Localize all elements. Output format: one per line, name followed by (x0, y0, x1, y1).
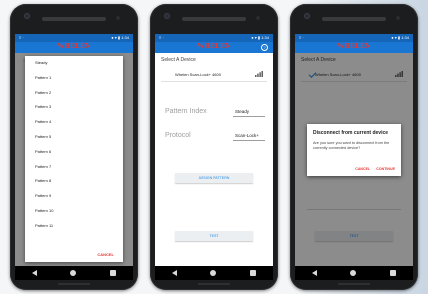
app-logo: WHELEN (337, 42, 371, 50)
back-icon[interactable] (31, 270, 37, 276)
android-nav-bar (15, 266, 133, 280)
pattern-option[interactable]: Steady (25, 56, 123, 71)
status-left: ≡ · (159, 35, 164, 40)
status-bar: ≡ · ● ▾ ▮ 1:34 (155, 34, 273, 42)
status-bar: ≡ · ● ▾ ▮ 1:34 (295, 34, 413, 42)
dialog-actions: CANCEL CONTINUE (355, 167, 395, 171)
home-icon[interactable] (70, 270, 77, 276)
status-left: ≡ · (299, 35, 304, 40)
pattern-option[interactable]: Pattern 11 (25, 219, 123, 234)
pattern-option[interactable]: Pattern 7 (25, 160, 123, 175)
status-right: ● ▾ ▮ 1:34 (251, 35, 269, 40)
back-icon[interactable] (171, 270, 177, 276)
back-icon[interactable] (311, 270, 317, 276)
bottom-speaker (58, 283, 90, 285)
pattern-index-row: Pattern Index Steady (161, 100, 267, 124)
front-camera (304, 13, 310, 19)
pattern-option[interactable]: Pattern 2 (25, 86, 123, 101)
pattern-option[interactable]: Pattern 6 (25, 145, 123, 160)
app-bar: WHELEN (295, 42, 413, 53)
pattern-option[interactable]: Pattern 10 (25, 204, 123, 219)
speaker-grille (182, 17, 246, 21)
sensor (116, 16, 120, 20)
help-icon[interactable]: ? (261, 44, 268, 51)
status-left: ≡ · (19, 35, 24, 40)
screen: ≡ · ● ▾ ▮ 1:34 WHELEN Select A Device Wh… (295, 34, 413, 266)
status-bar: ≡ · ● ▾ ▮ 1:34 (15, 34, 133, 42)
android-nav-bar (295, 266, 413, 280)
app-bar: WHELEN (15, 42, 133, 53)
disconnect-dialog: Disconnect from current device Are you s… (307, 124, 401, 176)
pattern-index-label: Pattern Index (165, 108, 207, 115)
phone-pattern-list: ≡ · ● ▾ ▮ 1:34 WHELEN Select A Device St… (10, 4, 138, 290)
status-right: ● ▾ ▮ 1:34 (111, 35, 129, 40)
field-underline (233, 140, 265, 141)
pattern-option[interactable]: Pattern 4 (25, 115, 123, 130)
speaker-grille (322, 17, 386, 21)
pattern-option[interactable]: Pattern 9 (25, 189, 123, 204)
bottom-speaker (198, 283, 230, 285)
home-icon[interactable] (350, 270, 357, 276)
pattern-option[interactable]: Pattern 5 (25, 130, 123, 145)
recent-apps-icon[interactable] (390, 270, 397, 276)
app-logo: WHELEN (197, 42, 231, 50)
app-logo: WHELEN (57, 42, 91, 50)
app-bar: WHELEN ? (155, 42, 273, 53)
pattern-option[interactable]: Pattern 3 (25, 100, 123, 115)
protocol-value[interactable]: Scan-Lock+ (235, 133, 261, 138)
device-list-item[interactable]: Whelen Scan-Lock+ 4600 (161, 68, 267, 82)
continue-button[interactable]: CONTINUE (376, 167, 395, 171)
pattern-index-value[interactable]: Steady (235, 109, 261, 114)
dialog-title: Disconnect from current device (313, 130, 389, 136)
test-button[interactable]: TEST (175, 231, 253, 241)
recent-apps-icon[interactable] (250, 270, 257, 276)
sensor (396, 16, 400, 20)
assign-pattern-button[interactable]: ASSIGN PATTERN (175, 173, 253, 183)
speaker-grille (42, 17, 106, 21)
pattern-picker-dialog: Steady Pattern 1 Pattern 2 Pattern 3 Pat… (25, 56, 123, 262)
protocol-label: Protocol (165, 132, 191, 139)
bottom-speaker (338, 283, 370, 285)
front-camera (24, 13, 30, 19)
android-nav-bar (155, 266, 273, 280)
cancel-button[interactable]: CANCEL (355, 167, 370, 171)
sensor (256, 16, 260, 20)
status-right: ● ▾ ▮ 1:34 (391, 35, 409, 40)
recent-apps-icon[interactable] (110, 270, 117, 276)
screen: ≡ · ● ▾ ▮ 1:34 WHELEN ? Select A Device … (155, 34, 273, 266)
screen: ≡ · ● ▾ ▮ 1:34 WHELEN Select A Device St… (15, 34, 133, 266)
section-title: Select A Device (161, 57, 196, 63)
device-name: Whelen Scan-Lock+ 4600 (175, 72, 221, 77)
protocol-row: Protocol Scan-Lock+ (161, 124, 267, 148)
pattern-option[interactable]: Pattern 1 (25, 71, 123, 86)
front-camera (164, 13, 170, 19)
phone-disconnect-dialog: ≡ · ● ▾ ▮ 1:34 WHELEN Select A Device Wh… (290, 4, 418, 290)
home-icon[interactable] (210, 270, 217, 276)
phone-device-settings: ≡ · ● ▾ ▮ 1:34 WHELEN ? Select A Device … (150, 4, 278, 290)
signal-strength-icon (255, 71, 263, 77)
cancel-button[interactable]: CANCEL (97, 252, 114, 257)
dialog-message: Are you sure you want to disconnect from… (313, 141, 390, 150)
pattern-option[interactable]: Pattern 8 (25, 174, 123, 189)
field-underline (233, 116, 265, 117)
